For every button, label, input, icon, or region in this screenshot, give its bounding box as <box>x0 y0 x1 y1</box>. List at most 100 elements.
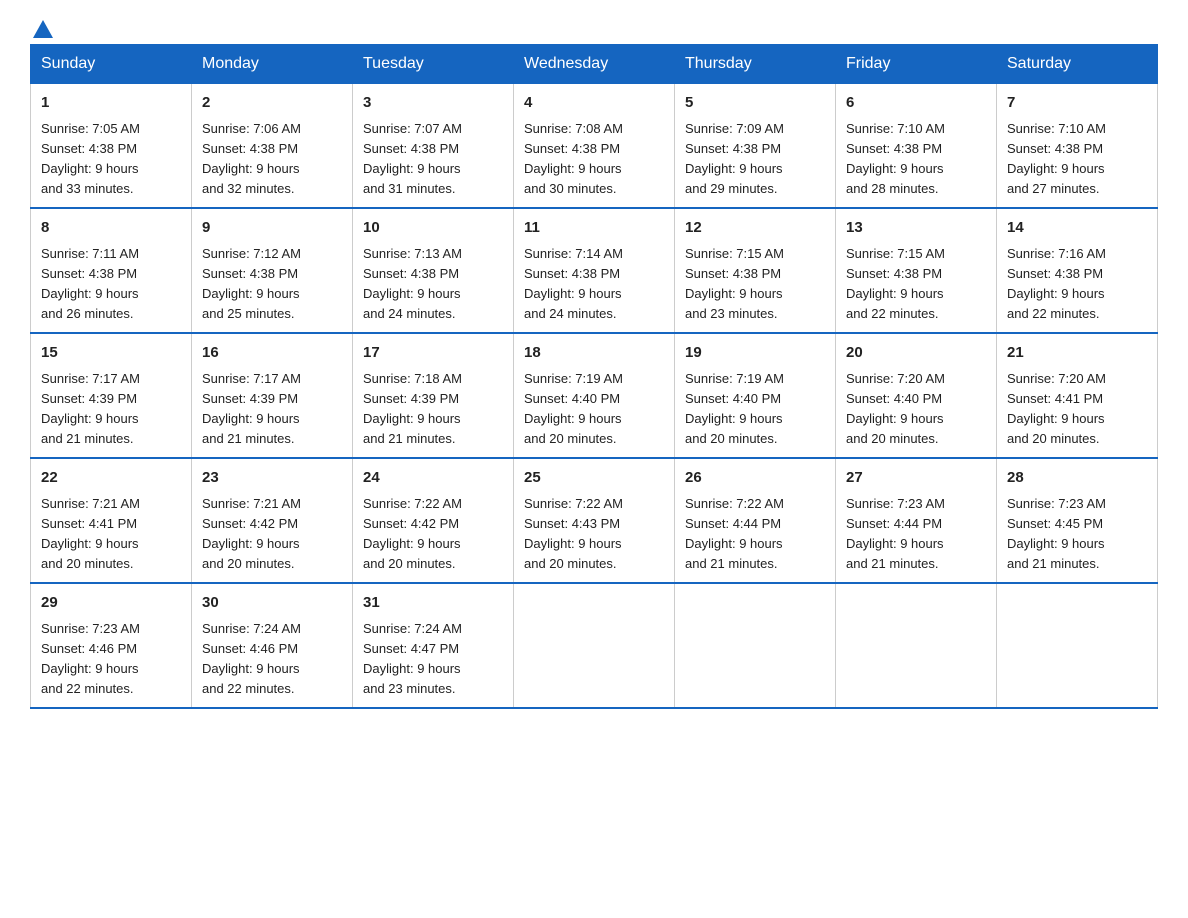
day-number: 6 <box>846 92 986 115</box>
day-info: Sunrise: 7:14 AMSunset: 4:38 PMDaylight:… <box>524 244 664 325</box>
calendar-cell: 15 Sunrise: 7:17 AMSunset: 4:39 PMDayligh… <box>31 333 192 458</box>
calendar-cell: 3Sunrise: 7:07 AMSunset: 4:38 PMDaylight… <box>353 84 514 209</box>
day-number: 4 <box>524 92 664 115</box>
day-number: 8 <box>41 217 181 240</box>
day-info: Sunrise: 7:20 AMSunset: 4:40 PMDaylight:… <box>846 369 986 450</box>
calendar-cell: 19 Sunrise: 7:19 AMSunset: 4:40 PMDayligh… <box>675 333 836 458</box>
calendar-cell: 2 Sunrise: 7:06 AMSunset: 4:38 PMDaylight… <box>192 84 353 209</box>
calendar-cell: 5Sunrise: 7:09 AMSunset: 4:38 PMDaylight… <box>675 84 836 209</box>
day-info: Sunrise: 7:12 AMSunset: 4:38 PMDaylight:… <box>202 244 342 325</box>
calendar-cell: 9 Sunrise: 7:12 AMSunset: 4:38 PMDaylight… <box>192 208 353 333</box>
day-info: Sunrise: 7:10 AMSunset: 4:38 PMDaylight:… <box>846 119 986 200</box>
day-number: 31 <box>363 592 503 615</box>
day-number: 14 <box>1007 217 1147 240</box>
calendar-week-row: 15 Sunrise: 7:17 AMSunset: 4:39 PMDayligh… <box>31 333 1158 458</box>
calendar-cell: 1 Sunrise: 7:05 AMSunset: 4:38 PMDaylight… <box>31 84 192 209</box>
day-number: 22 <box>41 467 181 490</box>
day-info: Sunrise: 7:24 AMSunset: 4:47 PMDaylight:… <box>363 619 503 700</box>
day-info: Sunrise: 7:22 AMSunset: 4:44 PMDaylight:… <box>685 494 825 575</box>
col-header-sunday: Sunday <box>31 45 192 84</box>
day-info: Sunrise: 7:22 AMSunset: 4:43 PMDaylight:… <box>524 494 664 575</box>
day-number: 13 <box>846 217 986 240</box>
day-number: 16 <box>202 342 342 365</box>
calendar-cell <box>514 583 675 708</box>
day-info: Sunrise: 7:23 AMSunset: 4:46 PMDaylight:… <box>41 619 181 700</box>
calendar-week-row: 8 Sunrise: 7:11 AMSunset: 4:38 PMDaylight… <box>31 208 1158 333</box>
day-info: Sunrise: 7:08 AMSunset: 4:38 PMDaylight:… <box>524 119 664 200</box>
calendar-cell: 26Sunrise: 7:22 AMSunset: 4:44 PMDayligh… <box>675 458 836 583</box>
calendar-table: SundayMondayTuesdayWednesdayThursdayFrid… <box>30 44 1158 709</box>
day-info: Sunrise: 7:17 AMSunset: 4:39 PMDaylight:… <box>202 369 342 450</box>
day-info: Sunrise: 7:24 AMSunset: 4:46 PMDaylight:… <box>202 619 342 700</box>
day-number: 5 <box>685 92 825 115</box>
calendar-cell: 27Sunrise: 7:23 AMSunset: 4:44 PMDayligh… <box>836 458 997 583</box>
page-header <box>30 20 1158 34</box>
day-info: Sunrise: 7:18 AMSunset: 4:39 PMDaylight:… <box>363 369 503 450</box>
calendar-cell <box>836 583 997 708</box>
logo-row <box>30 20 53 38</box>
day-info: Sunrise: 7:11 AMSunset: 4:38 PMDaylight:… <box>41 244 181 325</box>
day-info: Sunrise: 7:23 AMSunset: 4:45 PMDaylight:… <box>1007 494 1147 575</box>
day-number: 30 <box>202 592 342 615</box>
calendar-cell: 11 Sunrise: 7:14 AMSunset: 4:38 PMDayligh… <box>514 208 675 333</box>
day-number: 19 <box>685 342 825 365</box>
calendar-cell: 14 Sunrise: 7:16 AMSunset: 4:38 PMDayligh… <box>997 208 1158 333</box>
day-number: 17 <box>363 342 503 365</box>
calendar-cell: 8 Sunrise: 7:11 AMSunset: 4:38 PMDaylight… <box>31 208 192 333</box>
calendar-cell: 17 Sunrise: 7:18 AMSunset: 4:39 PMDayligh… <box>353 333 514 458</box>
day-info: Sunrise: 7:10 AMSunset: 4:38 PMDaylight:… <box>1007 119 1147 200</box>
calendar-cell <box>675 583 836 708</box>
col-header-wednesday: Wednesday <box>514 45 675 84</box>
day-info: Sunrise: 7:19 AMSunset: 4:40 PMDaylight:… <box>685 369 825 450</box>
day-info: Sunrise: 7:16 AMSunset: 4:38 PMDaylight:… <box>1007 244 1147 325</box>
day-info: Sunrise: 7:19 AMSunset: 4:40 PMDaylight:… <box>524 369 664 450</box>
day-info: Sunrise: 7:21 AMSunset: 4:42 PMDaylight:… <box>202 494 342 575</box>
col-header-friday: Friday <box>836 45 997 84</box>
day-number: 23 <box>202 467 342 490</box>
col-header-thursday: Thursday <box>675 45 836 84</box>
day-info: Sunrise: 7:06 AMSunset: 4:38 PMDaylight:… <box>202 119 342 200</box>
day-number: 15 <box>41 342 181 365</box>
day-number: 11 <box>524 217 664 240</box>
day-info: Sunrise: 7:22 AMSunset: 4:42 PMDaylight:… <box>363 494 503 575</box>
calendar-cell: 29 Sunrise: 7:23 AMSunset: 4:46 PMDayligh… <box>31 583 192 708</box>
calendar-cell: 6 Sunrise: 7:10 AMSunset: 4:38 PMDaylight… <box>836 84 997 209</box>
logo-triangle-icon <box>33 20 53 38</box>
day-info: Sunrise: 7:20 AMSunset: 4:41 PMDaylight:… <box>1007 369 1147 450</box>
calendar-cell: 10Sunrise: 7:13 AMSunset: 4:38 PMDayligh… <box>353 208 514 333</box>
calendar-cell: 31 Sunrise: 7:24 AMSunset: 4:47 PMDayligh… <box>353 583 514 708</box>
day-number: 9 <box>202 217 342 240</box>
calendar-cell: 16 Sunrise: 7:17 AMSunset: 4:39 PMDayligh… <box>192 333 353 458</box>
day-number: 20 <box>846 342 986 365</box>
day-number: 28 <box>1007 467 1147 490</box>
day-info: Sunrise: 7:05 AMSunset: 4:38 PMDaylight:… <box>41 119 181 200</box>
calendar-cell: 22 Sunrise: 7:21 AMSunset: 4:41 PMDayligh… <box>31 458 192 583</box>
col-header-saturday: Saturday <box>997 45 1158 84</box>
day-info: Sunrise: 7:15 AMSunset: 4:38 PMDaylight:… <box>685 244 825 325</box>
calendar-cell: 30 Sunrise: 7:24 AMSunset: 4:46 PMDayligh… <box>192 583 353 708</box>
day-number: 18 <box>524 342 664 365</box>
day-number: 21 <box>1007 342 1147 365</box>
day-number: 24 <box>363 467 503 490</box>
logo-area <box>30 20 53 34</box>
day-info: Sunrise: 7:15 AMSunset: 4:38 PMDaylight:… <box>846 244 986 325</box>
col-header-monday: Monday <box>192 45 353 84</box>
calendar-cell: 4 Sunrise: 7:08 AMSunset: 4:38 PMDaylight… <box>514 84 675 209</box>
col-header-tuesday: Tuesday <box>353 45 514 84</box>
day-info: Sunrise: 7:21 AMSunset: 4:41 PMDaylight:… <box>41 494 181 575</box>
calendar-cell: 21 Sunrise: 7:20 AMSunset: 4:41 PMDayligh… <box>997 333 1158 458</box>
day-info: Sunrise: 7:17 AMSunset: 4:39 PMDaylight:… <box>41 369 181 450</box>
calendar-cell: 28 Sunrise: 7:23 AMSunset: 4:45 PMDayligh… <box>997 458 1158 583</box>
day-number: 29 <box>41 592 181 615</box>
day-number: 7 <box>1007 92 1147 115</box>
day-number: 3 <box>363 92 503 115</box>
calendar-cell: 7 Sunrise: 7:10 AMSunset: 4:38 PMDaylight… <box>997 84 1158 209</box>
day-number: 25 <box>524 467 664 490</box>
day-info: Sunrise: 7:13 AMSunset: 4:38 PMDaylight:… <box>363 244 503 325</box>
day-number: 2 <box>202 92 342 115</box>
day-number: 12 <box>685 217 825 240</box>
day-info: Sunrise: 7:23 AMSunset: 4:44 PMDaylight:… <box>846 494 986 575</box>
day-number: 1 <box>41 92 181 115</box>
calendar-cell: 13 Sunrise: 7:15 AMSunset: 4:38 PMDayligh… <box>836 208 997 333</box>
calendar-cell: 23 Sunrise: 7:21 AMSunset: 4:42 PMDayligh… <box>192 458 353 583</box>
